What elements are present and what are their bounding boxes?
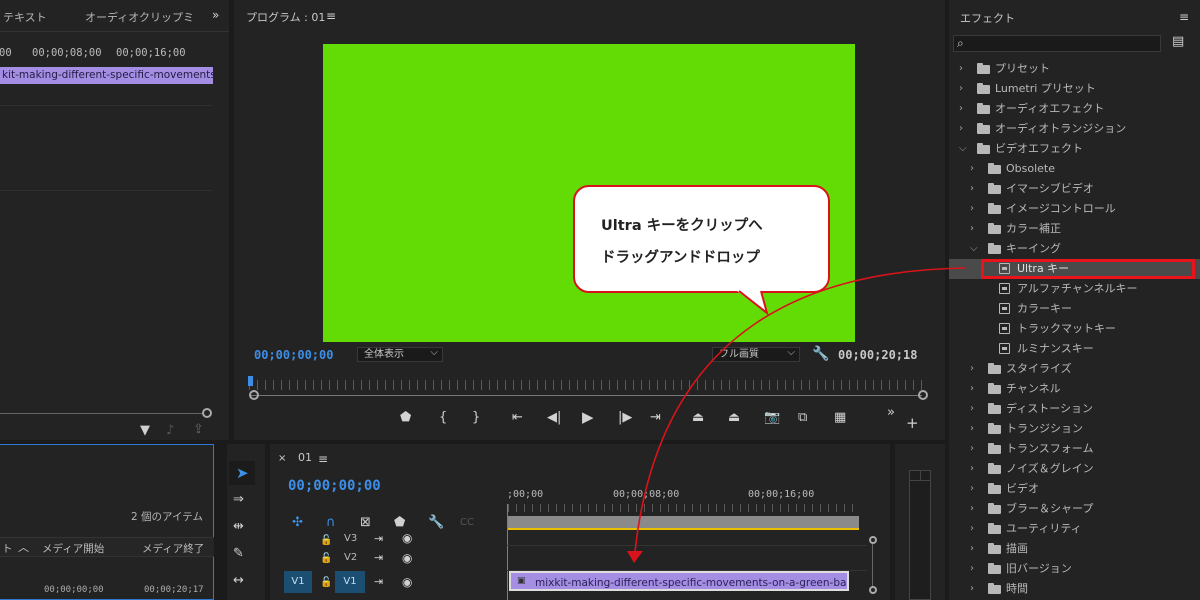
callout-bubble: Ultra キーをクリップへ ドラッグアンドドロップ xyxy=(573,185,830,293)
callout-line-1: Ultra キーをクリップへ xyxy=(601,218,763,234)
arrow-head xyxy=(627,551,643,563)
callout-line-2: ドラッグアンドドロップ xyxy=(601,250,760,266)
callout-tail xyxy=(737,290,769,315)
drag-arrow xyxy=(634,267,967,553)
annotation-overlay xyxy=(627,267,967,563)
